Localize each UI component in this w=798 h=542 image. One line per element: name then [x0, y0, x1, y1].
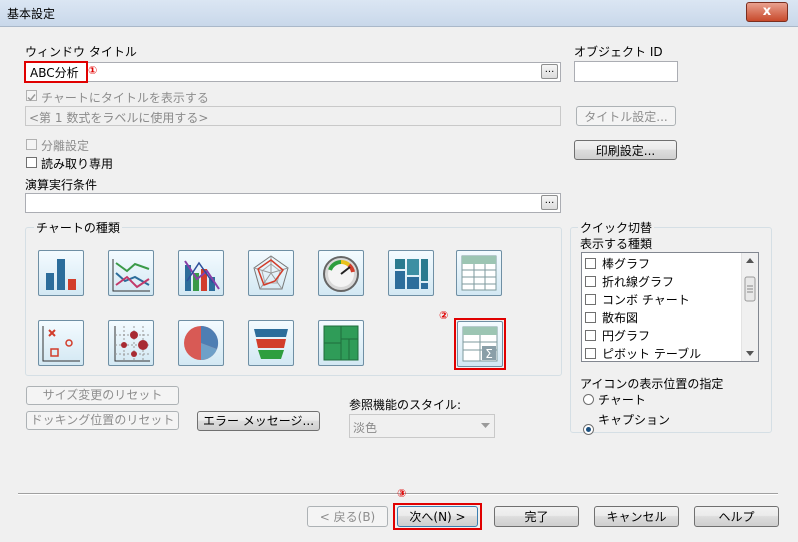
- scroll-up-icon: [746, 258, 754, 263]
- read-only-checkbox[interactable]: [26, 157, 37, 168]
- list-item[interactable]: 棒グラフ: [585, 254, 650, 272]
- split-setting-checkbox[interactable]: [26, 139, 37, 150]
- object-id-label: オブジェクト ID: [574, 45, 663, 59]
- finish-button[interactable]: 完了: [494, 506, 579, 527]
- list-scrollbar[interactable]: [741, 253, 758, 361]
- bar-chart-icon[interactable]: [38, 250, 84, 296]
- list-item[interactable]: 円グラフ: [585, 326, 650, 344]
- reset-size-button[interactable]: サイズ変更のリセット: [26, 386, 179, 405]
- window-title-field[interactable]: [25, 62, 561, 82]
- display-types-list[interactable]: 棒グラフ 折れ線グラフ コンボ チャート 散布図 円グラフ ピボット テーブル: [581, 252, 759, 362]
- radio-caption[interactable]: [583, 424, 594, 435]
- pie-chart-icon[interactable]: [178, 320, 224, 366]
- chart-types-label: チャートの種類: [34, 219, 122, 236]
- back-button[interactable]: < 戻る(B): [307, 506, 388, 527]
- quick-switch-label: クイック切替: [578, 219, 655, 236]
- title-settings-button[interactable]: タイトル設定...: [576, 106, 676, 126]
- straight-table-icon[interactable]: Σ: [457, 321, 503, 367]
- list-item[interactable]: 折れ線グラフ: [585, 272, 674, 290]
- funnel-chart-icon[interactable]: [248, 320, 294, 366]
- window-title-browse-button[interactable]: ...: [541, 64, 558, 79]
- list-item-label: ピボット テーブル: [602, 346, 702, 361]
- list-item[interactable]: ピボット テーブル: [585, 344, 702, 361]
- show-title-label: チャートにタイトルを表示する: [41, 91, 209, 105]
- reset-docking-button[interactable]: ドッキング位置のリセット: [26, 411, 179, 430]
- pivot-table-icon[interactable]: [456, 250, 502, 296]
- scroll-down-icon: [746, 351, 754, 356]
- calc-condition-field[interactable]: [25, 193, 561, 213]
- chevron-down-icon: [481, 423, 490, 428]
- next-button[interactable]: 次へ(N) >: [397, 506, 478, 527]
- window-title-label: ウィンドウ タイトル: [25, 45, 137, 59]
- list-item-checkbox[interactable]: [585, 347, 596, 359]
- line-chart-icon[interactable]: [108, 250, 154, 296]
- scatter-chart-icon[interactable]: [38, 320, 84, 366]
- grid-chart-icon[interactable]: [108, 320, 154, 366]
- title-bar: 基本設定 x: [0, 0, 798, 27]
- ref-style-select[interactable]: 淡色: [349, 414, 495, 438]
- read-only-label: 読み取り専用: [41, 157, 114, 171]
- calc-condition-label: 演算実行条件: [25, 178, 98, 192]
- ref-style-label: 参照機能のスタイル:: [349, 398, 462, 412]
- marker-3: ③: [397, 487, 407, 500]
- list-item-label: 棒グラフ: [602, 256, 651, 271]
- list-item[interactable]: コンボ チャート: [585, 290, 690, 308]
- list-item-label: 円グラフ: [602, 328, 651, 343]
- window-title-value: ABC分析: [30, 66, 79, 80]
- radio-chart[interactable]: [583, 394, 594, 405]
- help-button[interactable]: ヘルプ: [694, 506, 779, 527]
- object-id-field[interactable]: [574, 61, 678, 82]
- title-label-field[interactable]: <第 1 数式をラベルに使用する>: [25, 106, 561, 126]
- display-types-label: 表示する種類: [580, 237, 653, 251]
- list-item-checkbox[interactable]: [585, 293, 596, 305]
- radio-caption-label: キャプション: [598, 413, 671, 427]
- mekko-chart-icon[interactable]: [388, 250, 434, 296]
- icon-position-label: アイコンの表示位置の指定: [580, 377, 724, 391]
- marker-2: ②: [439, 309, 449, 322]
- list-item-label: 散布図: [602, 310, 639, 325]
- marker-1: ①: [88, 64, 98, 77]
- cancel-button[interactable]: キャンセル: [594, 506, 679, 527]
- list-item-checkbox[interactable]: [585, 257, 596, 269]
- radio-chart-label: チャート: [598, 393, 646, 407]
- list-item[interactable]: 散布図: [585, 308, 638, 326]
- block-chart-icon[interactable]: [318, 320, 364, 366]
- window-title: 基本設定: [7, 7, 56, 21]
- ref-style-value: 淡色: [353, 421, 378, 435]
- list-item-label: コンボ チャート: [602, 292, 690, 307]
- radar-chart-icon[interactable]: [248, 250, 294, 296]
- error-message-button[interactable]: エラー メッセージ...: [197, 411, 320, 431]
- calc-condition-browse-button[interactable]: ...: [541, 195, 558, 210]
- gauge-chart-icon[interactable]: [318, 250, 364, 296]
- list-item-checkbox[interactable]: [585, 329, 596, 341]
- list-item-checkbox[interactable]: [585, 311, 596, 323]
- check-icon: [27, 94, 36, 102]
- show-title-checkbox[interactable]: [26, 90, 37, 102]
- split-setting-label: 分離設定: [41, 139, 90, 153]
- print-settings-button[interactable]: 印刷設定...: [574, 140, 677, 160]
- list-item-label: 折れ線グラフ: [602, 274, 675, 289]
- list-item-checkbox[interactable]: [585, 275, 596, 287]
- close-button[interactable]: x: [746, 2, 788, 22]
- svg-text:Σ: Σ: [485, 347, 493, 361]
- combo-chart-icon[interactable]: [178, 250, 224, 296]
